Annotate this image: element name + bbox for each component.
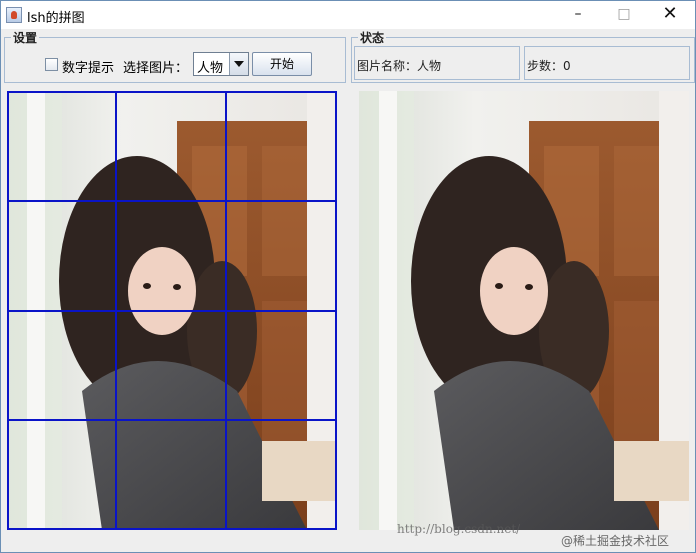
window-title: lsh的拼图 (27, 11, 85, 26)
image-select-value: 人物 (197, 61, 224, 76)
image-name-text: 图片名称：人物 (357, 59, 442, 73)
image-select-combo[interactable]: 人物 (193, 52, 249, 76)
watermark-url: http://blog.csdn.net/ (397, 522, 521, 536)
image-name-field: 图片名称：人物 (354, 46, 520, 80)
chevron-down-icon[interactable] (229, 53, 248, 75)
watermark-community: @稀土掘金技术社区 (561, 534, 670, 548)
java-app-icon (6, 7, 22, 23)
grid-line (7, 528, 337, 530)
title-bar[interactable]: lsh的拼图 – □ ✕ (1, 1, 695, 29)
select-image-label: 选择图片： (123, 61, 189, 76)
settings-group-title: 设置 (11, 29, 40, 46)
grid-line (7, 419, 337, 421)
grid-line (7, 310, 337, 312)
maximize-button[interactable]: □ (601, 1, 647, 29)
settings-group: 设置 数字提示 选择图片： 人物 开始 (4, 29, 346, 83)
status-group-title: 状态 (358, 29, 387, 46)
preview-image-panel (359, 91, 689, 530)
minimize-button[interactable]: – (555, 1, 601, 29)
puzzle-board[interactable] (7, 91, 337, 530)
app-window: lsh的拼图 – □ ✕ 设置 数字提示 选择图片： 人物 开始 状态 图片名称… (0, 0, 696, 553)
start-button[interactable]: 开始 (252, 52, 312, 76)
preview-image (359, 91, 689, 530)
steps-field: 步数：0 (524, 46, 690, 80)
close-button[interactable]: ✕ (647, 1, 693, 29)
steps-text: 步数：0 (527, 59, 571, 73)
status-group: 状态 图片名称：人物 步数：0 (351, 29, 695, 83)
grid-line (7, 91, 337, 93)
number-hint-label[interactable]: 数字提示 (62, 57, 114, 76)
grid-line (7, 200, 337, 202)
number-hint-checkbox[interactable] (45, 58, 58, 71)
